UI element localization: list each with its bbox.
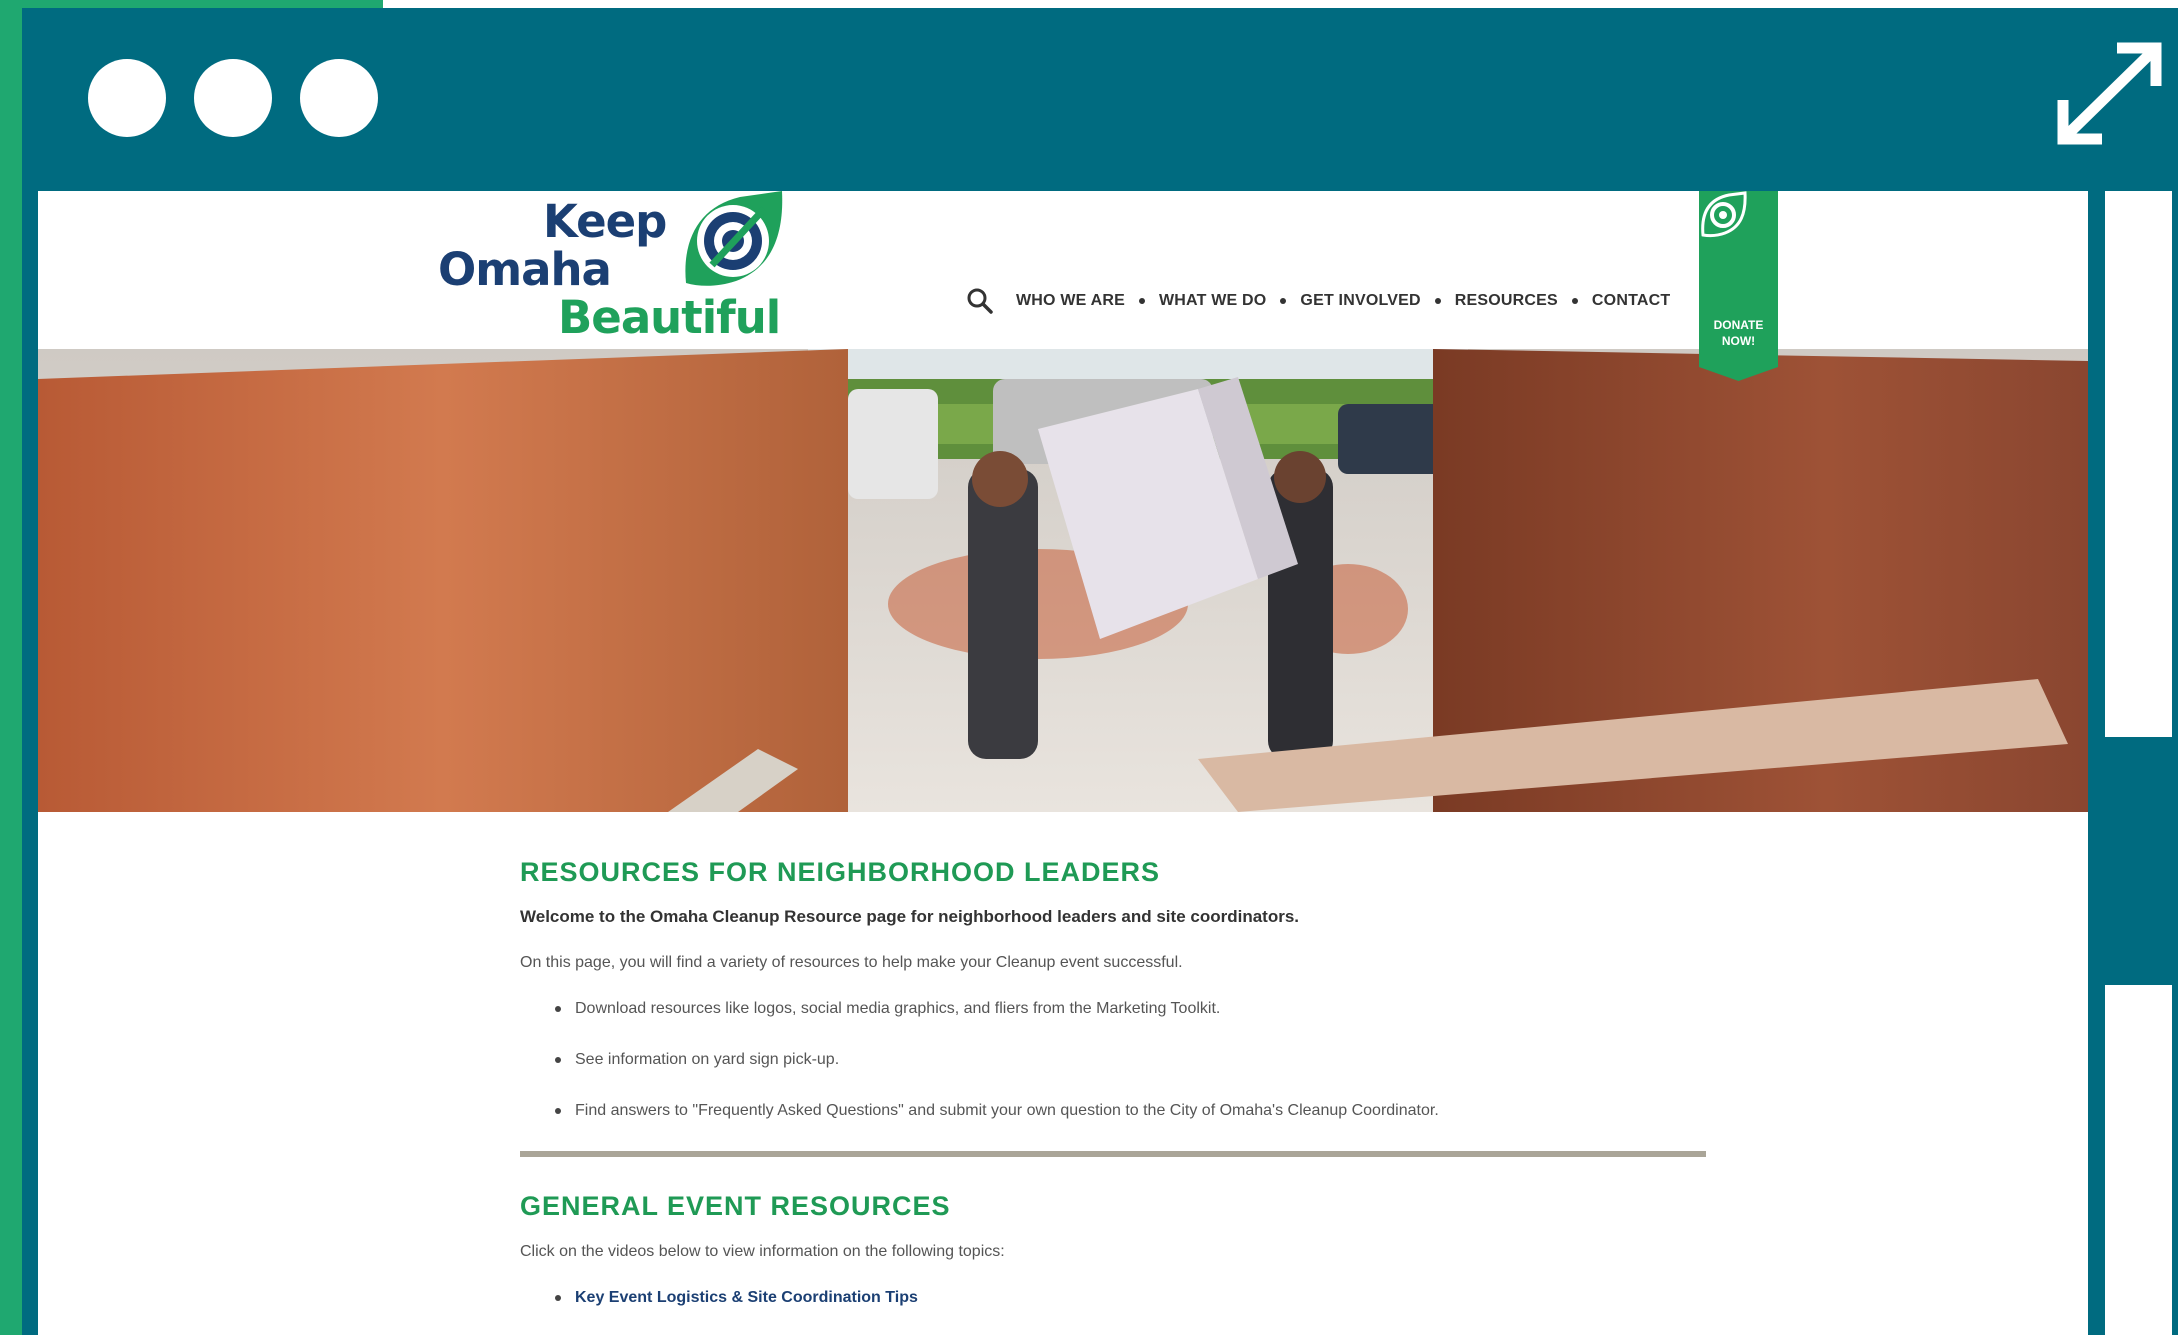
search-icon[interactable]	[966, 287, 994, 315]
nav-what-we-do[interactable]: WHAT WE DO	[1159, 292, 1266, 310]
nav-separator	[1280, 298, 1287, 304]
scrollbar-track-upper[interactable]	[2105, 191, 2172, 737]
topics-intro: Click on the videos below to view inform…	[520, 1243, 1005, 1260]
topic-links: Key Event Logistics & Site Coordination …	[520, 1287, 1710, 1309]
expand-icon[interactable]	[2055, 40, 2163, 146]
frame-top-line	[383, 0, 2178, 8]
site-logo[interactable]: Keep Omaha Beautiful	[438, 191, 798, 341]
page-title: RESOURCES FOR NEIGHBORHOOD LEADERS	[520, 857, 1161, 887]
nav-resources[interactable]: RESOURCES	[1455, 292, 1558, 310]
donate-now-ribbon[interactable]: DONATE NOW!	[1699, 191, 1778, 381]
list-item[interactable]: See information on yard sign pick-up.	[520, 1049, 1710, 1071]
section-heading-general: GENERAL EVENT RESOURCES	[520, 1191, 951, 1221]
intro-bold-text: Welcome to the Omaha Cleanup Resource pa…	[520, 907, 1299, 926]
site-header: Keep Omaha Beautiful WHO WE ARE WHAT WE …	[38, 191, 2088, 349]
donate-label: DONATE NOW!	[1713, 318, 1764, 348]
nav-who-we-are[interactable]: WHO WE ARE	[1016, 292, 1125, 310]
browser-viewport: Keep Omaha Beautiful WHO WE ARE WHAT WE …	[38, 191, 2088, 1335]
nav-contact[interactable]: CONTACT	[1592, 292, 1670, 310]
hero-photo	[38, 349, 2088, 812]
list-item[interactable]: Download resources like logos, social me…	[520, 998, 1710, 1020]
topic-link-logistics[interactable]: Key Event Logistics & Site Coordination …	[520, 1287, 1710, 1309]
nav-separator	[1571, 298, 1578, 304]
frame-accent-strip	[0, 0, 22, 1335]
leaf-eye-icon	[685, 191, 783, 286]
frame-accent-bar	[0, 0, 383, 8]
main-content: RESOURCES FOR NEIGHBORHOOD LEADERS Welco…	[520, 856, 1710, 1309]
logo-text-keep: Keep	[543, 195, 667, 248]
logo-text-omaha: Omaha	[438, 243, 612, 296]
resource-list: Download resources like logos, social me…	[520, 998, 1710, 1122]
main-nav: WHO WE ARE WHAT WE DO GET INVOLVED RESOU…	[966, 284, 1670, 318]
leaf-eye-icon	[1701, 191, 1747, 238]
section-divider	[520, 1151, 1706, 1157]
window-dot-2[interactable]	[194, 59, 272, 137]
window-dot-3[interactable]	[300, 59, 378, 137]
window-dot-1[interactable]	[88, 59, 166, 137]
logo-text-beautiful: Beautiful	[558, 291, 781, 344]
scrollbar-track-lower[interactable]	[2105, 985, 2172, 1335]
list-item[interactable]: Find answers to "Frequently Asked Questi…	[520, 1100, 1710, 1122]
nav-separator	[1434, 298, 1441, 304]
nav-get-involved[interactable]: GET INVOLVED	[1300, 292, 1420, 310]
intro-text: On this page, you will find a variety of…	[520, 954, 1183, 971]
nav-separator	[1138, 298, 1145, 304]
